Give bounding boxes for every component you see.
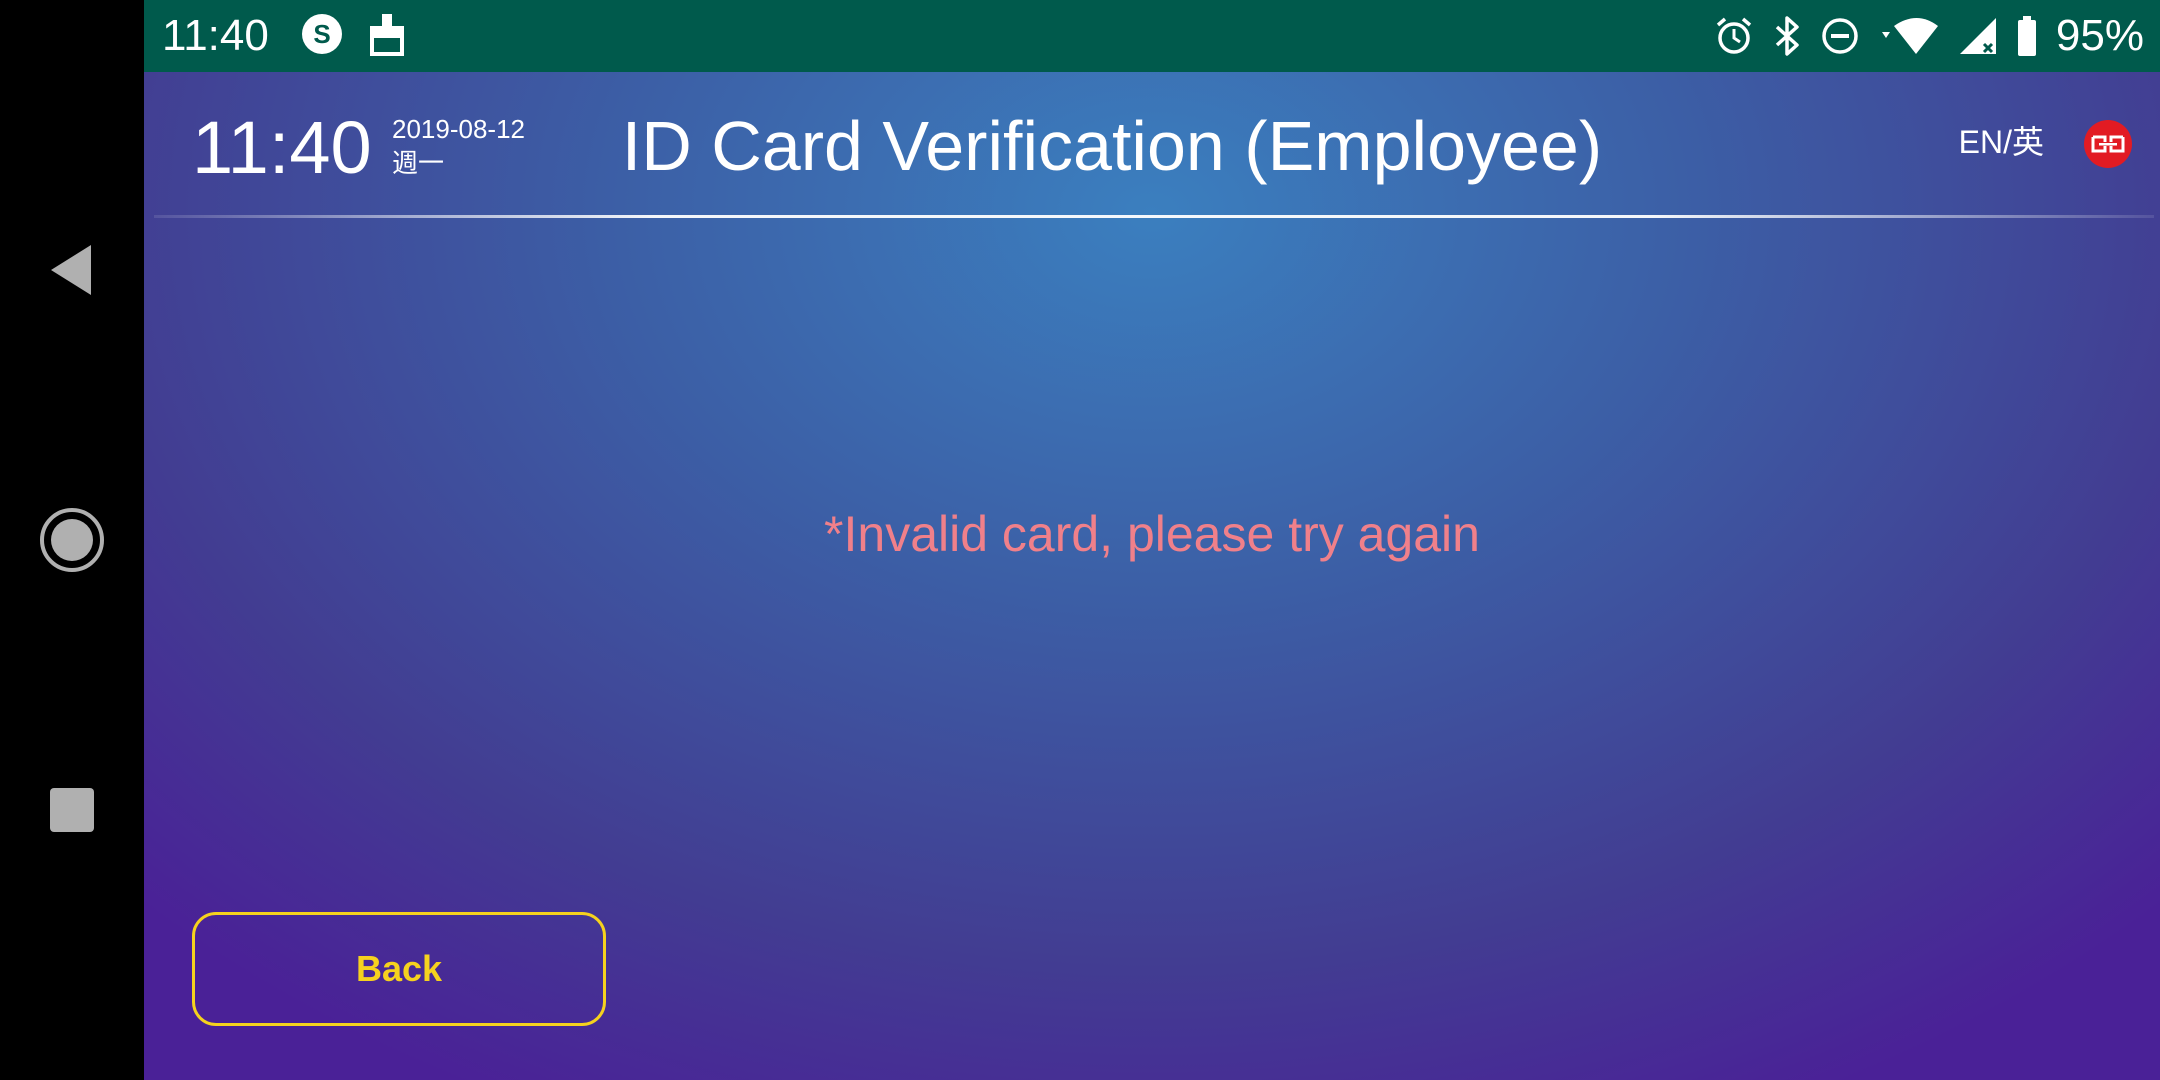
wifi-icon bbox=[1881, 18, 1938, 54]
bluetooth-icon bbox=[1775, 16, 1799, 56]
system-navigation-bar bbox=[0, 0, 144, 1080]
back-triangle-icon bbox=[51, 245, 91, 295]
status-time: 11:40 bbox=[162, 11, 269, 60]
header-clock: 11:40 bbox=[192, 106, 372, 189]
alarm-icon bbox=[1716, 17, 1752, 54]
status-right-icons: 95% bbox=[1714, 10, 2144, 62]
verification-screen: 11:40 2019-08-12 週一 ID Card Verification… bbox=[144, 72, 2160, 1080]
signal-icon bbox=[1959, 18, 1996, 54]
home-circle-icon bbox=[40, 508, 104, 572]
do-not-disturb-icon bbox=[1822, 18, 1858, 54]
error-message: *Invalid card, please try again bbox=[824, 506, 1480, 562]
battery-percent: 95% bbox=[2055, 11, 2144, 60]
page-title: ID Card Verification (Employee) bbox=[621, 107, 1603, 185]
back-button[interactable]: Back bbox=[192, 912, 606, 1026]
cleaner-icon bbox=[370, 14, 404, 56]
nav-back-button[interactable] bbox=[0, 210, 144, 330]
header-divider bbox=[154, 215, 2154, 218]
status-left-icons: S bbox=[300, 12, 406, 56]
status-bar: 11:40 S 95% bbox=[144, 0, 2160, 72]
sweatcoin-icon: S bbox=[302, 14, 342, 54]
nav-recents-button[interactable] bbox=[0, 750, 144, 870]
brand-logo-icon bbox=[2084, 120, 2132, 168]
battery-icon bbox=[2017, 16, 2036, 56]
language-toggle[interactable]: EN/英 bbox=[1959, 120, 2044, 164]
recents-square-icon bbox=[50, 788, 94, 832]
nav-home-button[interactable] bbox=[0, 480, 144, 600]
svg-text:S: S bbox=[313, 19, 330, 49]
